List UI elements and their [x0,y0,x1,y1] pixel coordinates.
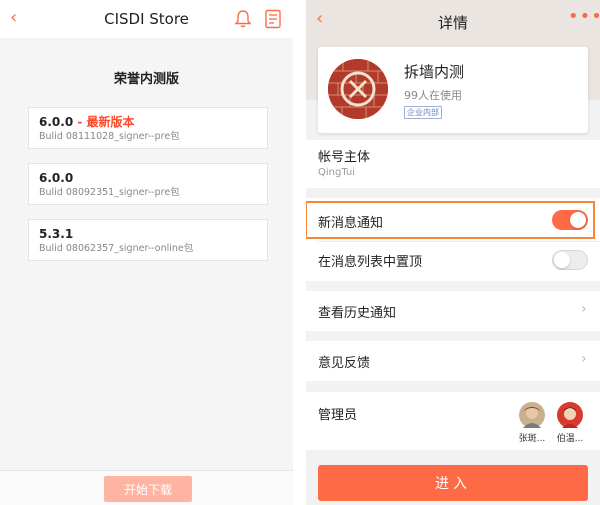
more-dots-icon[interactable]: ••• [568,6,600,27]
admin-item[interactable]: 伯温... [554,402,586,444]
pin-top-label: 在消息列表中置顶 [318,255,423,270]
version-number: 6.0.0 [39,115,74,129]
app-name: 拆墙内测 [404,63,465,81]
bell-icon[interactable] [234,9,252,29]
section-title: 荣誉内测版 [113,72,179,87]
enterprise-badge: 企业内部 [404,106,442,119]
owner-section: 帐号主体 QingTui [306,140,600,188]
chevron-right-icon: › [581,351,587,367]
store-title: CISDI Store [104,10,189,28]
app-detail-panel: ‹ 详情 ••• 拆墙内测 99人在使用 企业内部 帐号主体 QingTui 新… [306,0,600,505]
version-item[interactable]: 6.0.0 Bulid 08092351_signer--pre包 [28,163,268,205]
version-list-area: 荣誉内测版 6.0.0 - 最新版本 Bulid 08111028_signer… [0,38,293,470]
build-text: Bulid 08092351_signer--pre包 [39,187,180,198]
page-title: 详情 [437,14,468,32]
download-button[interactable]: 开始下载 [104,476,192,502]
history-notifications-row[interactable]: 查看历史通知 › [306,291,600,331]
chevron-right-icon: › [581,301,587,317]
admin-name: 张斑... [518,434,546,444]
toggle-knob [554,252,570,268]
new-message-notify-label: 新消息通知 [318,216,384,231]
history-notifications-label: 查看历史通知 [318,306,397,321]
version-number: 6.0.0 [39,171,74,185]
toggle-knob [570,212,586,228]
notification-settings: 新消息通知 在消息列表中置顶 [306,198,600,281]
enter-button[interactable]: 进入 [318,465,588,501]
admin-name: 伯温... [556,434,584,444]
build-text: Bulid 08062357_signer--online包 [39,243,194,254]
version-item[interactable]: 6.0.0 - 最新版本 Bulid 08111028_signer--pre包 [28,107,268,149]
avatar [519,402,545,428]
owner-label: 帐号主体 [318,150,371,165]
latest-tag: - 最新版本 [73,115,135,129]
avatar [557,402,583,428]
version-number: 5.3.1 [39,227,74,241]
feedback-label: 意见反馈 [318,356,371,371]
pin-top-toggle[interactable] [552,250,588,270]
app-logo [328,59,388,119]
new-message-notify-toggle[interactable] [552,210,588,230]
store-header: ‹ CISDI Store [0,0,293,38]
version-item[interactable]: 5.3.1 Bulid 08062357_signer--online包 [28,219,268,261]
app-card: 拆墙内测 99人在使用 企业内部 [318,47,588,133]
owner-value: QingTui [318,167,356,178]
admins-label: 管理员 [318,408,358,423]
chevron-left-icon[interactable]: ‹ [10,8,17,28]
document-icon[interactable] [264,9,282,29]
build-text: Bulid 08111028_signer--pre包 [39,131,180,142]
store-footer: 开始下载 [0,470,293,505]
feedback-row[interactable]: 意见反馈 › [306,341,600,381]
app-user-count: 99人在使用 [404,89,462,102]
divider [318,241,600,242]
admin-item[interactable]: 张斑... [516,402,548,444]
admins-section: 管理员 张斑... 伯温... [306,392,600,450]
store-panel: ‹ CISDI Store 荣誉内测版 6.0.0 - 最新版本 Bulid 0… [0,0,293,505]
